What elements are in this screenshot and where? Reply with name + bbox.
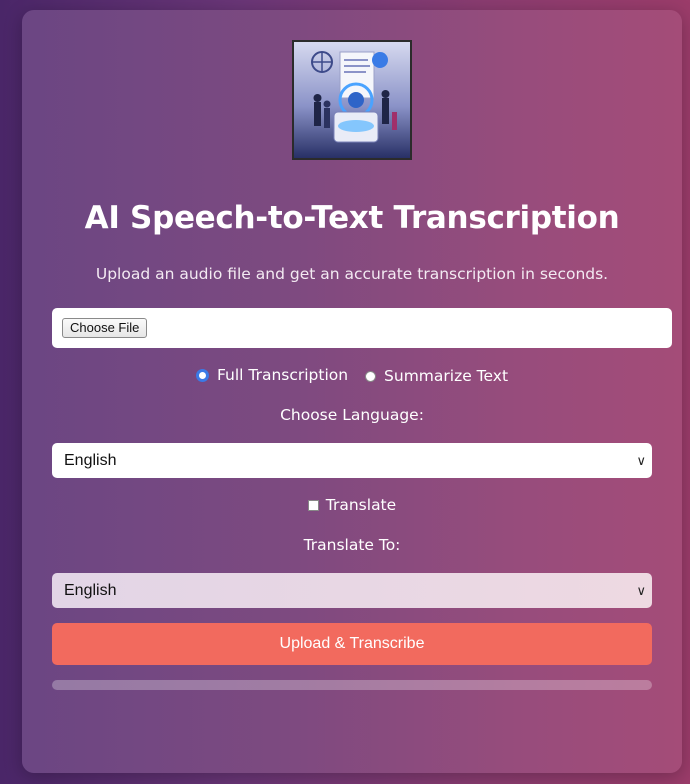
radio-full-transcription[interactable]: Full Transcription	[195, 366, 349, 384]
radio-label-full-transcription: Full Transcription	[216, 366, 349, 384]
translate-checkbox-row[interactable]: Translate	[22, 496, 682, 514]
app-logo-image	[292, 40, 412, 160]
radio-checked-icon[interactable]	[195, 368, 209, 382]
translate-checkbox-label: Translate	[325, 496, 397, 514]
chevron-down-icon: ∨	[636, 453, 646, 468]
language-select[interactable]: English ∨	[52, 443, 652, 478]
radio-label-summarize-text: Summarize Text	[384, 367, 509, 385]
choose-file-button[interactable]: Choose File	[62, 318, 148, 338]
radio-unchecked-icon[interactable]	[365, 370, 377, 382]
file-upload-field[interactable]: Choose File	[52, 308, 672, 348]
translate-to-label: Translate To:	[303, 536, 401, 554]
progress-bar	[52, 680, 652, 690]
speech-to-text-illustration-icon	[294, 42, 410, 158]
page-title: AI Speech-to-Text Transcription	[84, 200, 620, 236]
upload-transcribe-button[interactable]: Upload & Transcribe	[52, 623, 652, 665]
language-select-value: English	[64, 452, 117, 469]
translate-checkbox[interactable]	[307, 500, 319, 511]
chevron-down-icon: ∨	[636, 583, 646, 598]
choose-language-label: Choose Language:	[280, 406, 424, 424]
upload-card: AI Speech-to-Text Transcription Upload a…	[22, 10, 682, 773]
mode-radio-group: Full Transcription Summarize Text	[22, 366, 682, 386]
translate-to-select-value: English	[64, 582, 117, 599]
page-subtitle: Upload an audio file and get an accurate…	[95, 265, 609, 283]
radio-summarize-text[interactable]: Summarize Text	[365, 367, 508, 385]
translate-to-select[interactable]: English ∨	[52, 573, 652, 608]
